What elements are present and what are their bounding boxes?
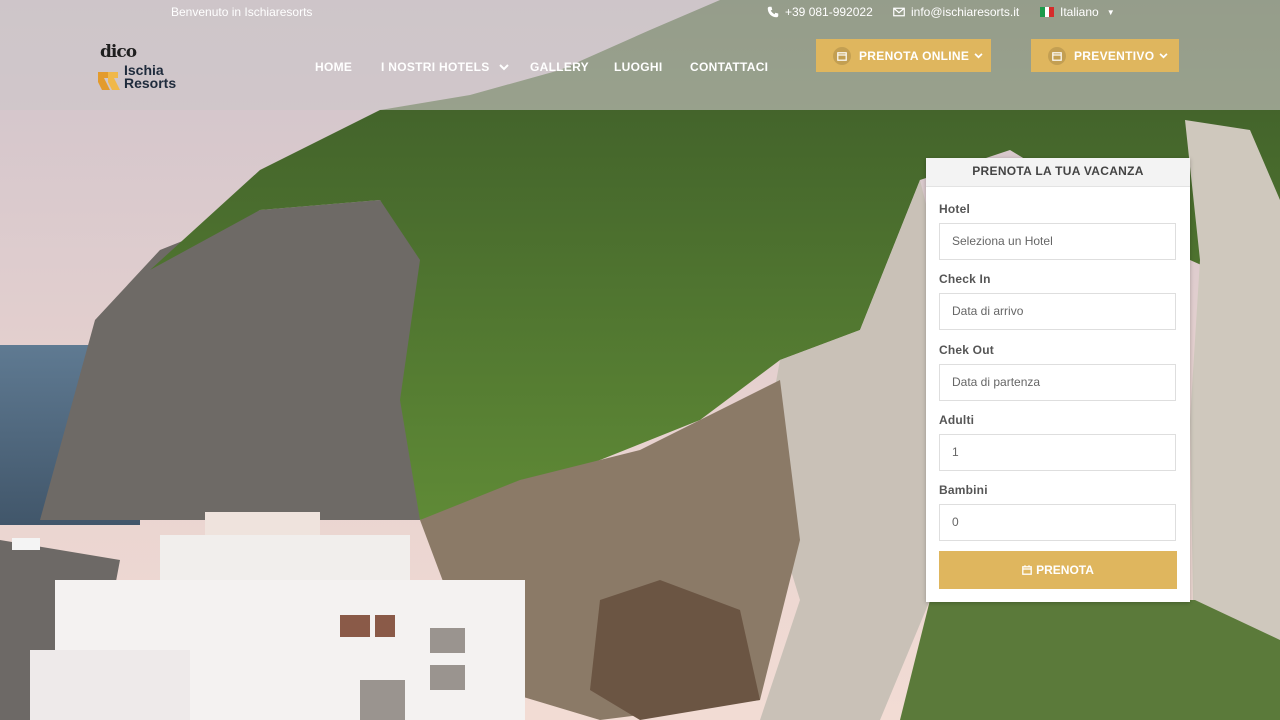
children-label: Bambini: [939, 483, 988, 497]
nav-gallery[interactable]: GALLERY: [530, 60, 589, 74]
logo-name: Ischia Resorts: [124, 63, 177, 91]
adults-label: Adulti: [939, 413, 975, 427]
checkin-field[interactable]: Data di arrivo: [939, 293, 1176, 330]
hotel-select[interactable]: Seleziona un Hotel: [939, 223, 1176, 260]
email-contact[interactable]: info@ischiaresorts.it: [893, 5, 1019, 19]
checkin-label: Check In: [939, 272, 991, 286]
top-info-bar: Benvenuto in Ischiaresorts +39 081-99202…: [0, 0, 1280, 24]
chevron-down-icon: [974, 52, 983, 58]
nav-contatti[interactable]: CONTATTACI: [690, 60, 768, 74]
quote-label: PREVENTIVO: [1074, 48, 1155, 63]
caret-down-icon: ▼: [1106, 7, 1115, 17]
adults-field[interactable]: 1: [939, 434, 1176, 471]
checkout-field[interactable]: Data di partenza: [939, 364, 1176, 401]
italy-flag-icon: [1040, 7, 1055, 17]
booking-form: PRENOTA LA TUA VACANZA Hotel Seleziona u…: [926, 158, 1190, 602]
calendar-icon: [833, 46, 851, 65]
booking-form-title: PRENOTA LA TUA VACANZA: [926, 158, 1190, 187]
book-submit-button[interactable]: PRENOTA: [939, 551, 1177, 589]
site-header: Benvenuto in Ischiaresorts +39 081-99202…: [0, 0, 1280, 110]
language-selector[interactable]: Italiano ▼: [1040, 5, 1115, 19]
logo-wordmark: dico: [100, 42, 137, 62]
chevron-down-icon: [1159, 52, 1168, 58]
quote-button[interactable]: PREVENTIVO: [1031, 39, 1179, 72]
children-field[interactable]: 0: [939, 504, 1176, 541]
phone-contact[interactable]: +39 081-992022: [767, 5, 873, 19]
book-submit-label: PRENOTA: [1036, 563, 1094, 577]
email-address: info@ischiaresorts.it: [911, 5, 1020, 19]
phone-icon: [767, 6, 779, 18]
hotel-label: Hotel: [939, 202, 970, 216]
brand-logo[interactable]: dico Ischia Resorts: [96, 42, 180, 94]
logo-mark-icon: [98, 72, 120, 90]
nav-hotels[interactable]: I NOSTRI HOTELS: [381, 60, 509, 74]
checkout-label: Chek Out: [939, 343, 994, 357]
phone-number: +39 081-992022: [785, 5, 873, 19]
calendar-icon: [1022, 565, 1032, 575]
mail-icon: [893, 7, 905, 17]
calendar-icon: [1048, 46, 1066, 65]
chevron-down-icon: [499, 64, 509, 71]
logo-name-line2: Resorts: [124, 75, 177, 91]
book-online-label: PRENOTA ONLINE: [859, 48, 970, 63]
nav-home[interactable]: HOME: [315, 60, 352, 74]
nav-hotels-label: I NOSTRI HOTELS: [381, 60, 490, 74]
welcome-text: Benvenuto in Ischiaresorts: [171, 5, 313, 19]
book-online-button[interactable]: PRENOTA ONLINE: [816, 39, 991, 72]
language-label: Italiano: [1060, 5, 1099, 19]
nav-luoghi[interactable]: LUOGHI: [614, 60, 662, 74]
